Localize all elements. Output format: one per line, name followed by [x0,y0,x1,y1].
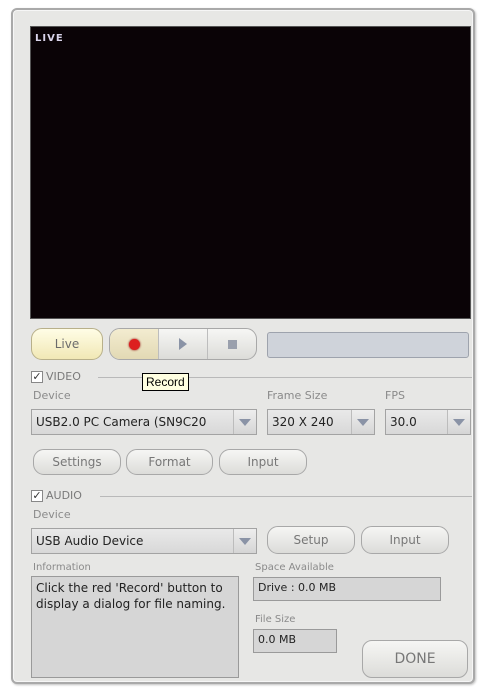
audio-device-value: USB Audio Device [32,529,234,553]
frame-size-label: Frame Size [267,389,328,402]
information-label: Information [33,562,91,573]
capture-window: LIVE Live ✓ VIDEO Device Frame Size FPS … [11,8,475,684]
chevron-down-icon [239,418,251,426]
audio-checkbox-label: AUDIO [46,489,82,502]
file-size-field: 0.0 MB [253,629,337,653]
video-device-value: USB2.0 PC Camera (SN9C20 [32,410,234,434]
live-button[interactable]: Live [31,328,103,360]
video-checkbox[interactable]: ✓ [31,370,43,383]
audio-device-label: Device [33,508,71,521]
chevron-down-icon [453,418,465,426]
stop-button[interactable] [208,329,256,359]
video-section-header: ✓ VIDEO [31,370,81,383]
information-box: Click the red 'Record' button to display… [31,576,239,678]
video-input-button[interactable]: Input [219,449,307,475]
video-checkbox-label: VIDEO [46,370,81,383]
fps-select[interactable]: 30.0 [385,409,471,435]
done-button[interactable]: DONE [362,640,468,678]
video-preview: LIVE [30,26,471,319]
chevron-down-icon [239,537,251,545]
audio-device-select[interactable]: USB Audio Device [31,528,257,554]
audio-device-dropdown-button[interactable] [234,529,256,553]
format-button[interactable]: Format [126,449,213,475]
audio-checkbox[interactable]: ✓ [31,489,43,502]
audio-section-header: ✓ AUDIO [31,489,82,502]
stop-icon [227,339,237,349]
live-indicator: LIVE [35,33,64,44]
fps-value: 30.0 [386,410,448,434]
chevron-down-icon [357,418,369,426]
video-device-dropdown-button[interactable] [234,410,256,434]
video-device-select[interactable]: USB2.0 PC Camera (SN9C20 [31,409,257,435]
audio-section-divider [100,496,472,497]
audio-input-button[interactable]: Input [361,526,449,554]
audio-setup-button[interactable]: Setup [267,526,355,554]
fps-label: FPS [385,389,405,402]
status-display [267,332,469,358]
settings-button[interactable]: Settings [33,449,121,475]
space-available-label: Space Available [255,562,334,573]
frame-size-select[interactable]: 320 X 240 [267,409,375,435]
play-button[interactable] [159,329,208,359]
transport-controls [109,328,257,360]
frame-size-dropdown-button[interactable] [352,410,374,434]
video-device-label: Device [33,389,71,402]
space-available-field: Drive : 0.0 MB [253,577,441,601]
play-icon [179,338,187,350]
record-icon [128,338,140,350]
file-size-label: File Size [255,614,296,625]
fps-dropdown-button[interactable] [448,410,470,434]
record-tooltip: Record [142,373,189,391]
frame-size-value: 320 X 240 [268,410,352,434]
record-button[interactable] [110,329,159,359]
